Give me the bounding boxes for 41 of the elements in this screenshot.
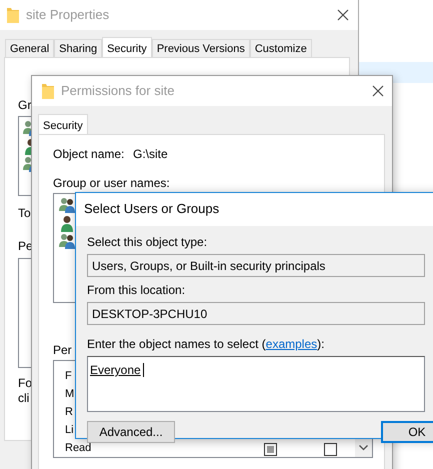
object-name-entry: Everyone: [90, 363, 144, 377]
user-icon: [61, 216, 73, 232]
label: Per: [53, 343, 72, 358]
permission-name: R: [65, 406, 73, 418]
permission-name: Li: [65, 424, 74, 436]
folder-icon: [7, 7, 19, 23]
tab[interactable]: Security: [38, 114, 88, 136]
checkbox[interactable]: [324, 443, 337, 456]
label: Select this object type:: [87, 235, 208, 250]
object-names-field[interactable]: Everyone: [87, 356, 425, 412]
users-icon: [59, 234, 75, 249]
label: Object name:: [53, 147, 126, 162]
close-icon[interactable]: [337, 9, 349, 21]
permission-name: F: [65, 370, 72, 382]
permission-name: Read: [65, 442, 92, 454]
window-title: Permissions for site: [61, 83, 174, 98]
folder-icon: [42, 83, 54, 99]
checkbox[interactable]: [264, 443, 277, 456]
tab[interactable]: General: [5, 39, 54, 58]
tab[interactable]: Sharing: [54, 39, 102, 58]
object-name: G:\site: [133, 147, 168, 162]
location-field: DESKTOP-3PCHU10: [87, 302, 425, 325]
window-title: Select Users or Groups: [84, 201, 220, 216]
tab[interactable]: Previous Versions: [152, 39, 250, 58]
label: Group or user names:: [53, 176, 170, 191]
users-icon: [59, 198, 75, 213]
close-icon[interactable]: [372, 85, 384, 97]
label: To: [18, 206, 31, 221]
label: Enter the object names to select (examples):: [87, 337, 324, 352]
chevron-down-icon[interactable]: [359, 445, 368, 451]
label: Gr: [18, 98, 32, 113]
advanced-button[interactable]: Advanced...: [87, 421, 175, 443]
examples-link[interactable]: examples: [266, 337, 318, 351]
tab[interactable]: Security: [102, 37, 152, 59]
label: cli: [18, 391, 30, 406]
object-type-field: Users, Groups, or Built-in security principals: [87, 254, 425, 277]
label: From this location:: [87, 283, 186, 298]
ok-button[interactable]: OK: [381, 421, 433, 443]
permission-name: M: [65, 388, 74, 400]
window-title: site Properties: [26, 7, 110, 22]
tab[interactable]: Customize: [250, 39, 312, 58]
